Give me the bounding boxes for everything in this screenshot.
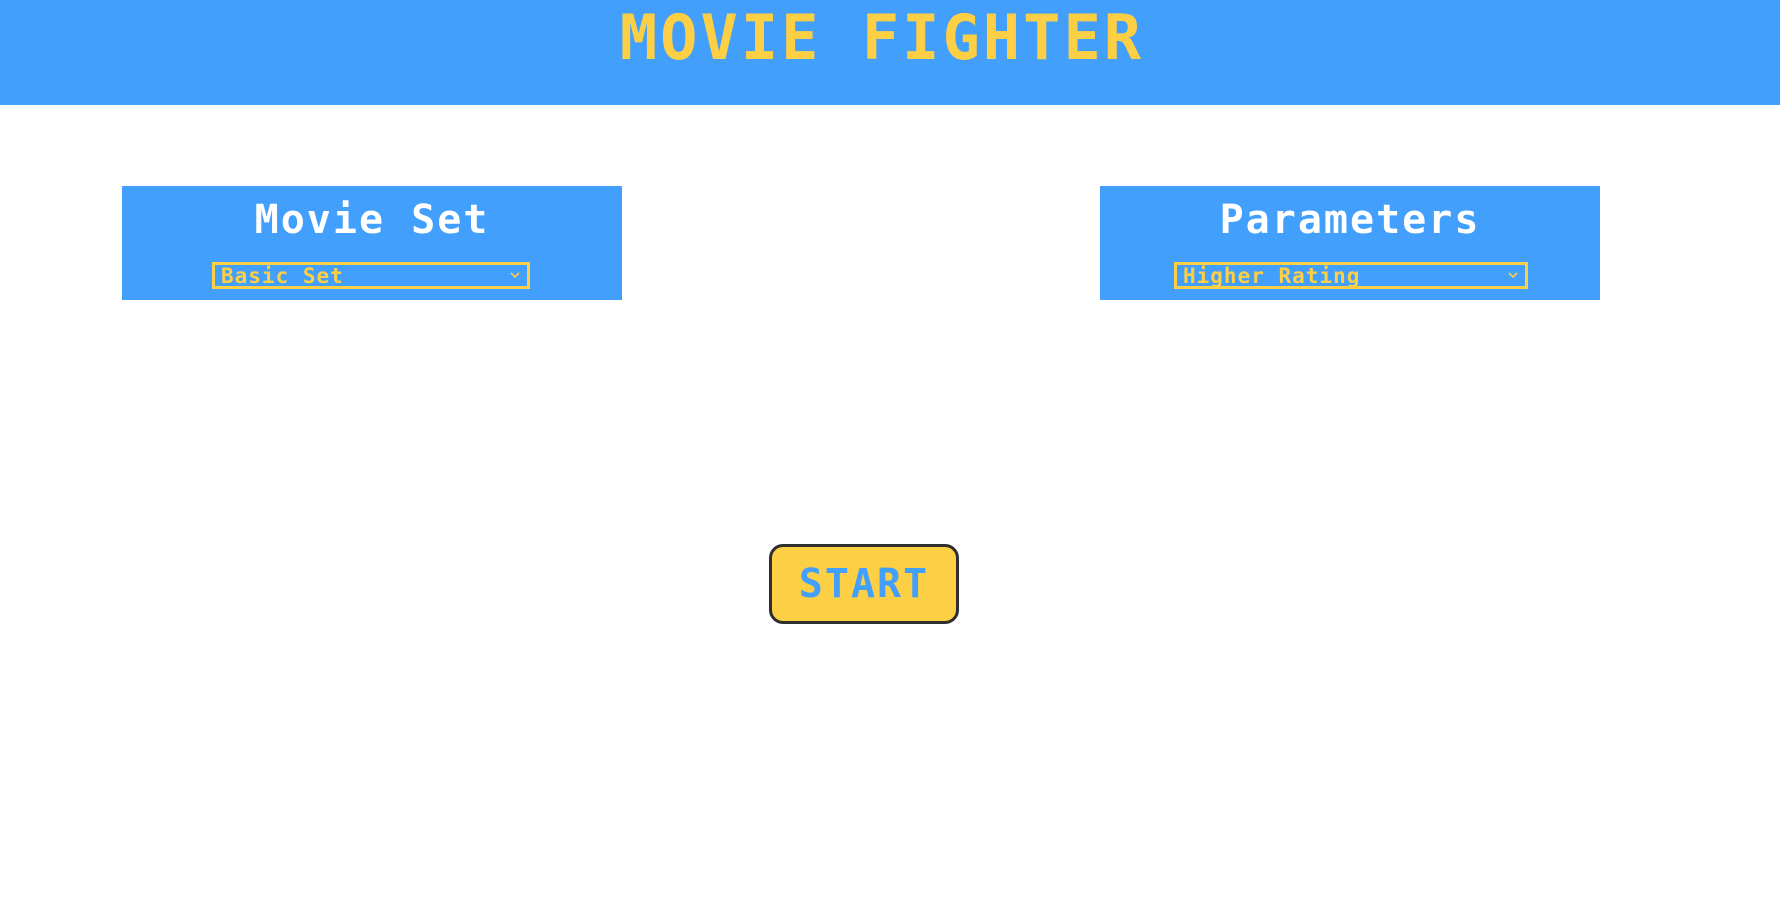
start-button[interactable]: START <box>769 544 959 624</box>
movie-set-selected-value: Basic Set <box>221 264 344 288</box>
app-title: MOVIE FIGHTER <box>619 1 1145 74</box>
movie-set-select[interactable]: Basic Set <box>212 262 530 289</box>
parameters-panel: Parameters Higher Rating <box>1100 186 1600 300</box>
parameters-selected-value: Higher Rating <box>1183 264 1361 288</box>
parameters-select[interactable]: Higher Rating <box>1174 262 1528 289</box>
movie-set-title: Movie Set <box>254 197 490 243</box>
chevron-down-icon <box>1508 272 1518 279</box>
app-header: MOVIE FIGHTER <box>0 0 1780 105</box>
movie-set-panel: Movie Set Basic Set <box>122 186 622 300</box>
chevron-down-icon <box>510 272 520 279</box>
parameters-title: Parameters <box>1219 197 1481 243</box>
